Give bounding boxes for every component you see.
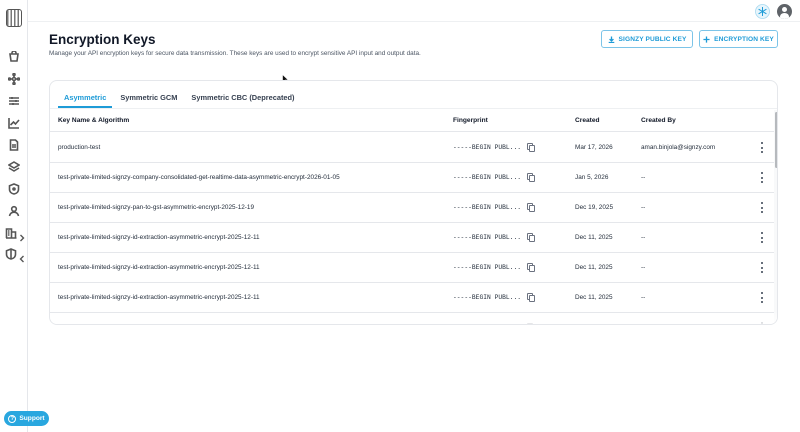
table-row[interactable]: test-private-limited-signzy-id-extractio… <box>50 223 775 253</box>
fingerprint-cell: -----BEGIN PUBL... <box>453 234 522 241</box>
key-name-cell: production-test <box>58 144 101 151</box>
keys-card: Asymmetric Symmetric GCM Symmetric CBC (… <box>49 80 778 325</box>
chart-icon[interactable] <box>8 117 20 129</box>
scrollbar-thumb[interactable] <box>775 112 777 168</box>
help-icon: ? <box>8 414 17 423</box>
key-name-cell: test-private-limited-signzy-id-extractio… <box>58 234 260 241</box>
copy-icon[interactable] <box>527 263 535 272</box>
created-cell: Dec 11, 2025 <box>575 264 613 271</box>
tab-symmetric-gcm[interactable]: Symmetric GCM <box>114 88 183 108</box>
tab-asymmetric[interactable]: Asymmetric <box>58 88 113 108</box>
avatar[interactable] <box>777 4 792 19</box>
table-row[interactable]: test-private-limited-signzy-pan-to-gst-a… <box>50 193 775 223</box>
column-header-key-name: Key Name & Algorithm <box>58 117 130 124</box>
download-icon <box>608 35 614 43</box>
top-bar <box>28 0 800 22</box>
column-header-created: Created <box>575 117 600 124</box>
copy-icon[interactable] <box>527 143 535 152</box>
copy-icon[interactable] <box>527 203 535 212</box>
created-by-cell: -- <box>641 234 646 241</box>
key-name-cell: test-private-limited-signzy-id-extractio… <box>58 294 260 301</box>
chevron-right-icon[interactable] <box>19 229 25 242</box>
support-button[interactable]: ? Support <box>4 411 49 426</box>
created-cell: Mar 17, 2026 <box>575 144 613 151</box>
signzy-public-key-button[interactable]: SIGNZY PUBLIC KEY <box>601 30 693 48</box>
more-options-icon[interactable] <box>760 142 764 153</box>
shield-icon[interactable] <box>8 183 20 195</box>
key-name-cell: test-private-limited-signzy-company-cons… <box>58 174 340 181</box>
copy-icon[interactable] <box>527 293 535 302</box>
key-type-tabs: Asymmetric Symmetric GCM Symmetric CBC (… <box>58 88 303 108</box>
fingerprint-cell: -----BEGIN PUBL... <box>453 294 522 301</box>
copy-icon[interactable] <box>527 233 535 242</box>
more-options-icon[interactable] <box>760 262 764 273</box>
fingerprint-cell: -----BEGIN PUBL... <box>453 264 522 271</box>
network-icon[interactable] <box>8 73 20 85</box>
chevron-left-icon[interactable] <box>19 250 25 263</box>
table-row[interactable]: test-private-limited-signzy-id-extractio… <box>50 283 775 313</box>
created-by-cell: -- <box>641 264 646 271</box>
created-cell: Dec 11, 2025 <box>575 234 613 241</box>
add-encryption-key-label: ENCRYPTION KEY <box>714 35 774 43</box>
key-name-cell: test-private-limited-signzy-id-extractio… <box>58 264 260 271</box>
user-icon[interactable] <box>8 205 20 217</box>
created-by-cell: -- <box>641 174 646 181</box>
fingerprint-cell: -----BEGIN PUBL... <box>453 204 522 211</box>
created-by-cell: aman.binjola@signzy.com <box>641 144 716 151</box>
key-name-cell: test-private-limited-signzy-id-extractio… <box>58 324 260 325</box>
tab-symmetric-cbc[interactable]: Symmetric CBC (Deprecated) <box>185 88 300 108</box>
app-logo[interactable] <box>6 9 22 27</box>
sidebar <box>0 0 28 432</box>
table-row[interactable]: test-private-limited-signzy-id-extractio… <box>50 253 775 283</box>
created-by-cell: -- <box>641 324 645 325</box>
tabs-divider <box>50 108 777 109</box>
scroll-fade <box>50 313 777 324</box>
fingerprint-cell: -----BEGIN PUBL... <box>453 324 521 325</box>
cart-icon[interactable] <box>8 51 20 63</box>
table-header: Key Name & Algorithm Fingerprint Created… <box>50 110 777 132</box>
signzy-public-key-label: SIGNZY PUBLIC KEY <box>618 35 687 43</box>
more-options-icon[interactable] <box>760 292 764 303</box>
more-options-icon[interactable] <box>760 232 764 243</box>
created-cell: Dec 11, 2025 <box>575 294 613 301</box>
more-options-icon[interactable] <box>760 172 764 183</box>
created-cell: Jan 5, 2026 <box>575 174 609 181</box>
page-subtitle: Manage your API encryption keys for secu… <box>49 50 421 57</box>
layers-icon[interactable] <box>8 161 20 173</box>
building-icon[interactable] <box>5 227 17 239</box>
created-cell: Dec 11, 2025 <box>575 324 613 325</box>
document-icon[interactable] <box>8 139 20 151</box>
page-title: Encryption Keys <box>49 32 156 47</box>
column-header-fingerprint: Fingerprint <box>453 117 488 124</box>
plus-icon <box>703 35 710 43</box>
created-cell: Dec 19, 2025 <box>575 204 614 211</box>
support-label: Support <box>19 415 45 422</box>
column-header-created-by: Created By <box>641 117 676 124</box>
table-row[interactable]: test-private-limited-signzy-company-cons… <box>50 163 775 193</box>
copy-icon[interactable] <box>527 173 535 182</box>
sliders-icon[interactable] <box>8 95 20 107</box>
table-row[interactable]: production-test -----BEGIN PUBL... Mar 17,… <box>50 133 775 163</box>
snowflake-icon[interactable] <box>755 4 770 19</box>
add-encryption-key-button[interactable]: ENCRYPTION KEY <box>699 30 778 48</box>
key-name-cell: test-private-limited-signzy-pan-to-gst-a… <box>58 204 255 211</box>
fingerprint-cell: -----BEGIN PUBL... <box>453 174 522 181</box>
more-options-icon[interactable] <box>760 202 764 213</box>
created-by-cell: -- <box>641 204 646 211</box>
created-by-cell: -- <box>641 294 646 301</box>
fingerprint-cell: -----BEGIN PUBL... <box>453 144 522 151</box>
security-icon[interactable] <box>5 248 17 260</box>
